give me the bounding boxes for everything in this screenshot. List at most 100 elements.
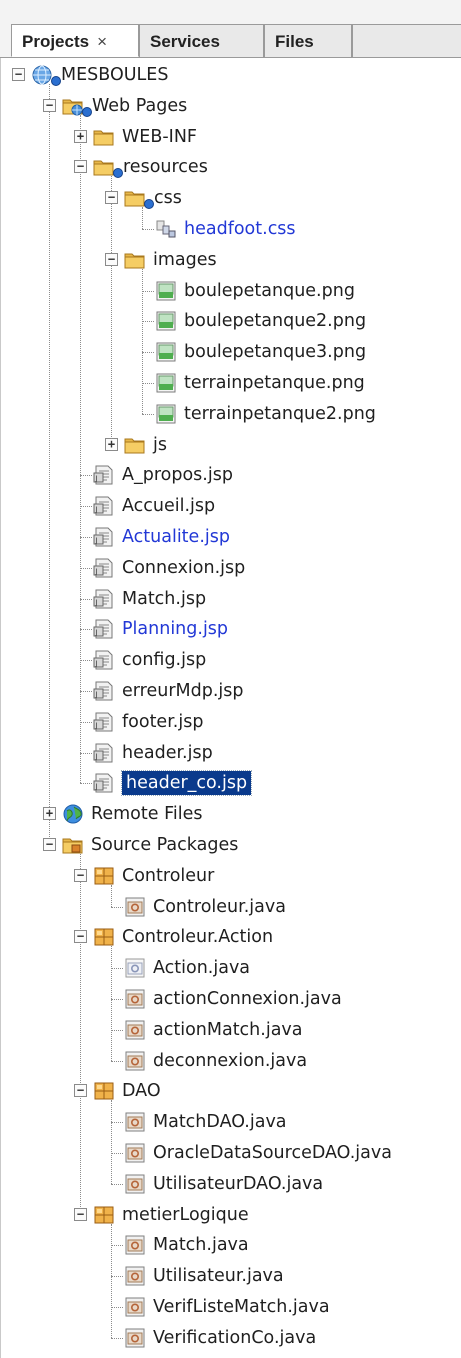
tree-node-label: Connexion.jsp: [122, 557, 246, 578]
tree-node[interactable]: − Controleur: [0, 861, 461, 891]
tree-node[interactable]: J Match.jsp: [0, 584, 461, 614]
tree-node[interactable]: Jheader.jsp: [0, 738, 461, 768]
tree-node-label: erreurMdp.jsp: [122, 681, 244, 701]
shared-badge-icon: [51, 76, 61, 86]
tree-node[interactable]: MatchDAO.java: [0, 1107, 461, 1137]
tree-node[interactable]: Controleur.java: [0, 892, 461, 922]
tree-node-label: WEB-INF: [122, 126, 197, 147]
image-file-icon: [155, 372, 177, 394]
collapse-toggle-icon[interactable]: −: [74, 1207, 87, 1221]
tree-node[interactable]: OracleDataSourceDAO.java: [0, 1138, 461, 1168]
svg-text:J: J: [95, 629, 98, 637]
java-class-icon: [124, 1234, 146, 1256]
tab-services[interactable]: Services: [139, 24, 264, 57]
tree-node[interactable]: actionMatch.java: [0, 1015, 461, 1045]
tree-node[interactable]: VerifListeMatch.java: [0, 1292, 461, 1322]
tree-node-label: metierLogique: [122, 1204, 249, 1225]
java-class-icon: [124, 1173, 146, 1195]
tree-node[interactable]: Jheader_co.jsp: [0, 768, 461, 798]
tree-node-label: boulepetanque2.png: [184, 311, 367, 332]
tree-node[interactable]: − Web Pages: [0, 91, 461, 121]
tree-node-label: terrainpetanque2.png: [184, 403, 376, 424]
package-icon: [93, 1080, 115, 1102]
jsp-file-icon: J: [93, 588, 115, 610]
svg-text:J: J: [95, 598, 98, 606]
collapse-toggle-icon[interactable]: −: [105, 191, 118, 205]
tree-node-label: Source Packages: [91, 835, 239, 855]
tree-node-label: header_co.jsp: [120, 770, 253, 797]
tree-node[interactable]: + js: [0, 430, 461, 460]
tree-node[interactable]: − resources: [0, 152, 461, 182]
collapse-toggle-icon[interactable]: −: [43, 838, 56, 851]
close-tab-icon[interactable]: ×: [97, 32, 107, 51]
tree-node[interactable]: + WEB-INF: [0, 122, 461, 152]
expand-toggle-icon[interactable]: +: [105, 437, 118, 451]
collapse-toggle-icon[interactable]: −: [74, 1084, 87, 1098]
tree-node[interactable]: Jfooter.jsp: [0, 707, 461, 737]
svg-text:J: J: [95, 537, 98, 545]
jsp-file-icon: J: [93, 742, 115, 764]
tree-node[interactable]: Utilisateur.java: [0, 1261, 461, 1291]
svg-text:J: J: [95, 752, 98, 760]
expand-toggle-icon[interactable]: +: [43, 807, 56, 821]
tree-node[interactable]: terrainpetanque2.png: [0, 399, 461, 429]
collapse-toggle-icon[interactable]: −: [74, 160, 87, 174]
shared-badge-icon: [144, 199, 154, 210]
collapse-toggle-icon[interactable]: −: [74, 930, 87, 944]
tree-node[interactable]: VerificationCo.java: [0, 1323, 461, 1353]
collapse-toggle-icon[interactable]: −: [43, 98, 56, 112]
tree-node[interactable]: J Planning.jsp: [0, 614, 461, 644]
package-icon: [93, 865, 115, 887]
source-packages-folder-icon: [62, 834, 84, 856]
tree-node[interactable]: + Remote Files: [0, 799, 461, 829]
tree-node[interactable]: − DAO: [0, 1076, 461, 1106]
remote-files-globe-icon: [62, 803, 84, 825]
tree-node[interactable]: − Source Packages: [0, 830, 461, 860]
tree-node[interactable]: − metierLogique: [0, 1200, 461, 1230]
shared-badge-icon: [82, 106, 92, 117]
jsp-file-icon: J: [93, 495, 115, 517]
expand-toggle-icon[interactable]: +: [74, 129, 87, 143]
svg-text:J: J: [95, 721, 98, 729]
tree-node[interactable]: J Connexion.jsp: [0, 553, 461, 583]
tree-node-label: boulepetanque3.png: [184, 342, 367, 363]
svg-text:J: J: [95, 691, 98, 699]
tree-node[interactable]: headfoot.css: [0, 214, 461, 244]
tab-projects-label: Projects: [22, 32, 90, 51]
tree-node[interactable]: boulepetanque.png: [0, 276, 461, 306]
tree-node[interactable]: terrainpetanque.png: [0, 368, 461, 398]
tab-projects[interactable]: Projects ×: [11, 24, 139, 57]
tree-node[interactable]: JerreurMdp.jsp: [0, 676, 461, 706]
svg-text:J: J: [95, 660, 98, 668]
tree-node[interactable]: boulepetanque2.png: [0, 306, 461, 336]
folder-icon: [93, 156, 115, 178]
tree-node-label: Web Pages: [92, 95, 188, 116]
tab-bar-empty-area: [352, 24, 461, 57]
collapse-toggle-icon[interactable]: −: [12, 68, 25, 81]
tree-node[interactable]: − images: [0, 245, 461, 275]
tab-files[interactable]: Files: [264, 24, 352, 57]
tree-node[interactable]: − css: [0, 183, 461, 213]
tree-node[interactable]: boulepetanque3.png: [0, 337, 461, 367]
image-file-icon: [155, 280, 177, 302]
tree-node[interactable]: − MESBOULES: [0, 60, 461, 90]
tree-node[interactable]: Match.java: [0, 1230, 461, 1260]
collapse-toggle-icon[interactable]: −: [74, 868, 87, 882]
tree-node[interactable]: actionConnexion.java: [0, 984, 461, 1014]
tree-node-label: images: [153, 249, 217, 270]
tree-node[interactable]: Action.java: [0, 953, 461, 983]
tree-node[interactable]: J Actualite.jsp: [0, 522, 461, 552]
tree-node[interactable]: deconnexion.java: [0, 1046, 461, 1076]
tree-node-label: Match.jsp: [122, 588, 207, 609]
tree-node[interactable]: UtilisateurDAO.java: [0, 1169, 461, 1199]
tree-node[interactable]: Jconfig.jsp: [0, 645, 461, 675]
java-class-icon: [124, 1296, 146, 1318]
shared-badge-icon: [113, 168, 123, 179]
tree-node[interactable]: J Accueil.jsp: [0, 491, 461, 521]
collapse-toggle-icon[interactable]: −: [105, 252, 118, 266]
tab-services-label: Services: [150, 32, 220, 51]
tree-node-label: MESBOULES: [61, 65, 169, 85]
tree-node[interactable]: J A_propos.jsp: [0, 460, 461, 490]
tree-node[interactable]: − Controleur.Action: [0, 922, 461, 952]
tree-node-label: VerifListeMatch.java: [153, 1297, 330, 1317]
